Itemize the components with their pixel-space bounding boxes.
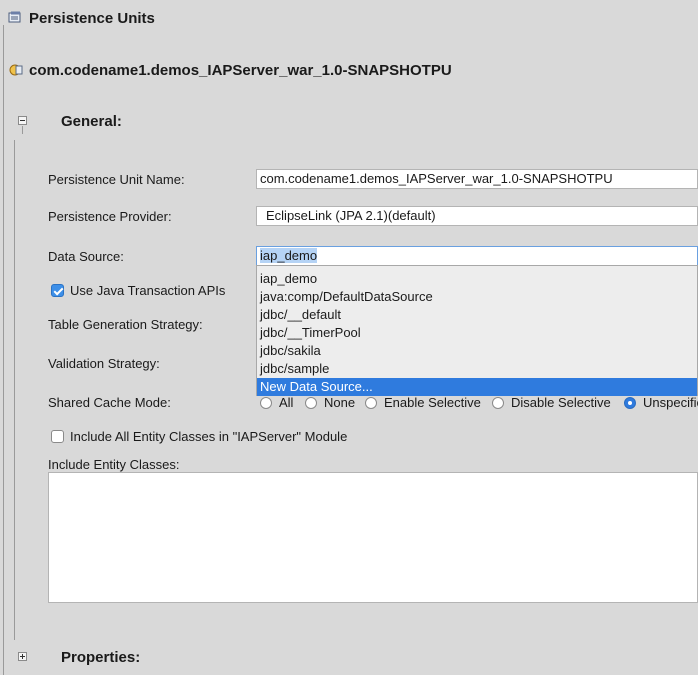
include-entity-label: Include Entity Classes: <box>48 457 180 472</box>
cache-enable-selective-radio[interactable] <box>365 397 377 409</box>
persistence-unit-icon <box>9 63 23 77</box>
provider-label: Persistence Provider: <box>48 209 172 224</box>
cache-none-radio[interactable] <box>305 397 317 409</box>
cache-enable-selective-label: Enable Selective <box>384 395 481 410</box>
dropdown-item-new-data-source[interactable]: New Data Source... <box>257 378 697 396</box>
data-source-dropdown[interactable]: iap_demo java:comp/DefaultDataSource jdb… <box>256 265 698 396</box>
cache-none-label: None <box>324 395 356 410</box>
shared-cache-label: Shared Cache Mode: <box>48 395 171 410</box>
unit-name-field[interactable]: com.codename1.demos_IAPServer_war_1.0-SN… <box>256 169 698 189</box>
cache-unspecified-label: Unspecified <box>643 395 698 410</box>
dropdown-item[interactable]: jdbc/__TimerPool <box>257 324 697 342</box>
general-section-title: General: <box>61 113 122 130</box>
table-generation-label: Table Generation Strategy: <box>48 317 203 332</box>
persistence-units-icon <box>8 11 22 25</box>
data-source-value: iap_demo <box>260 248 318 263</box>
data-source-label: Data Source: <box>48 249 124 264</box>
include-all-checkbox[interactable] <box>51 430 64 443</box>
provider-select[interactable]: EclipseLink (JPA 2.1)(default) <box>256 206 698 226</box>
unit-name-label: Persistence Unit Name: <box>48 172 185 187</box>
dropdown-item[interactable]: java:comp/DefaultDataSource <box>257 288 697 306</box>
cache-all-radio[interactable] <box>260 397 272 409</box>
cache-disable-selective-label: Disable Selective <box>511 395 611 410</box>
general-tree-line <box>22 126 23 134</box>
collapse-general-icon[interactable] <box>18 116 27 125</box>
cache-all-label: All <box>279 395 294 410</box>
properties-section-title: Properties: <box>61 649 141 666</box>
persistence-unit-title: com.codename1.demos_IAPServer_war_1.0-SN… <box>29 62 452 79</box>
cache-disable-selective-radio[interactable] <box>492 397 504 409</box>
data-source-combo[interactable]: iap_demo <box>256 246 698 266</box>
include-all-label: Include All Entity Classes in "IAPServer… <box>70 429 348 444</box>
general-left-rule <box>14 140 15 640</box>
entity-classes-list[interactable] <box>48 472 698 603</box>
use-jta-checkbox[interactable] <box>51 284 64 297</box>
persistence-units-title: Persistence Units <box>29 10 155 27</box>
dropdown-item[interactable]: jdbc/sample <box>257 360 697 378</box>
dropdown-item[interactable]: jdbc/__default <box>257 306 697 324</box>
cache-unspecified-radio[interactable] <box>624 397 636 409</box>
use-jta-label: Use Java Transaction APIs <box>70 283 226 298</box>
dropdown-item[interactable]: jdbc/sakila <box>257 342 697 360</box>
dropdown-item[interactable]: iap_demo <box>257 270 697 288</box>
expand-properties-icon[interactable] <box>18 652 27 661</box>
validation-strategy-label: Validation Strategy: <box>48 356 160 371</box>
tree-line <box>3 25 4 675</box>
